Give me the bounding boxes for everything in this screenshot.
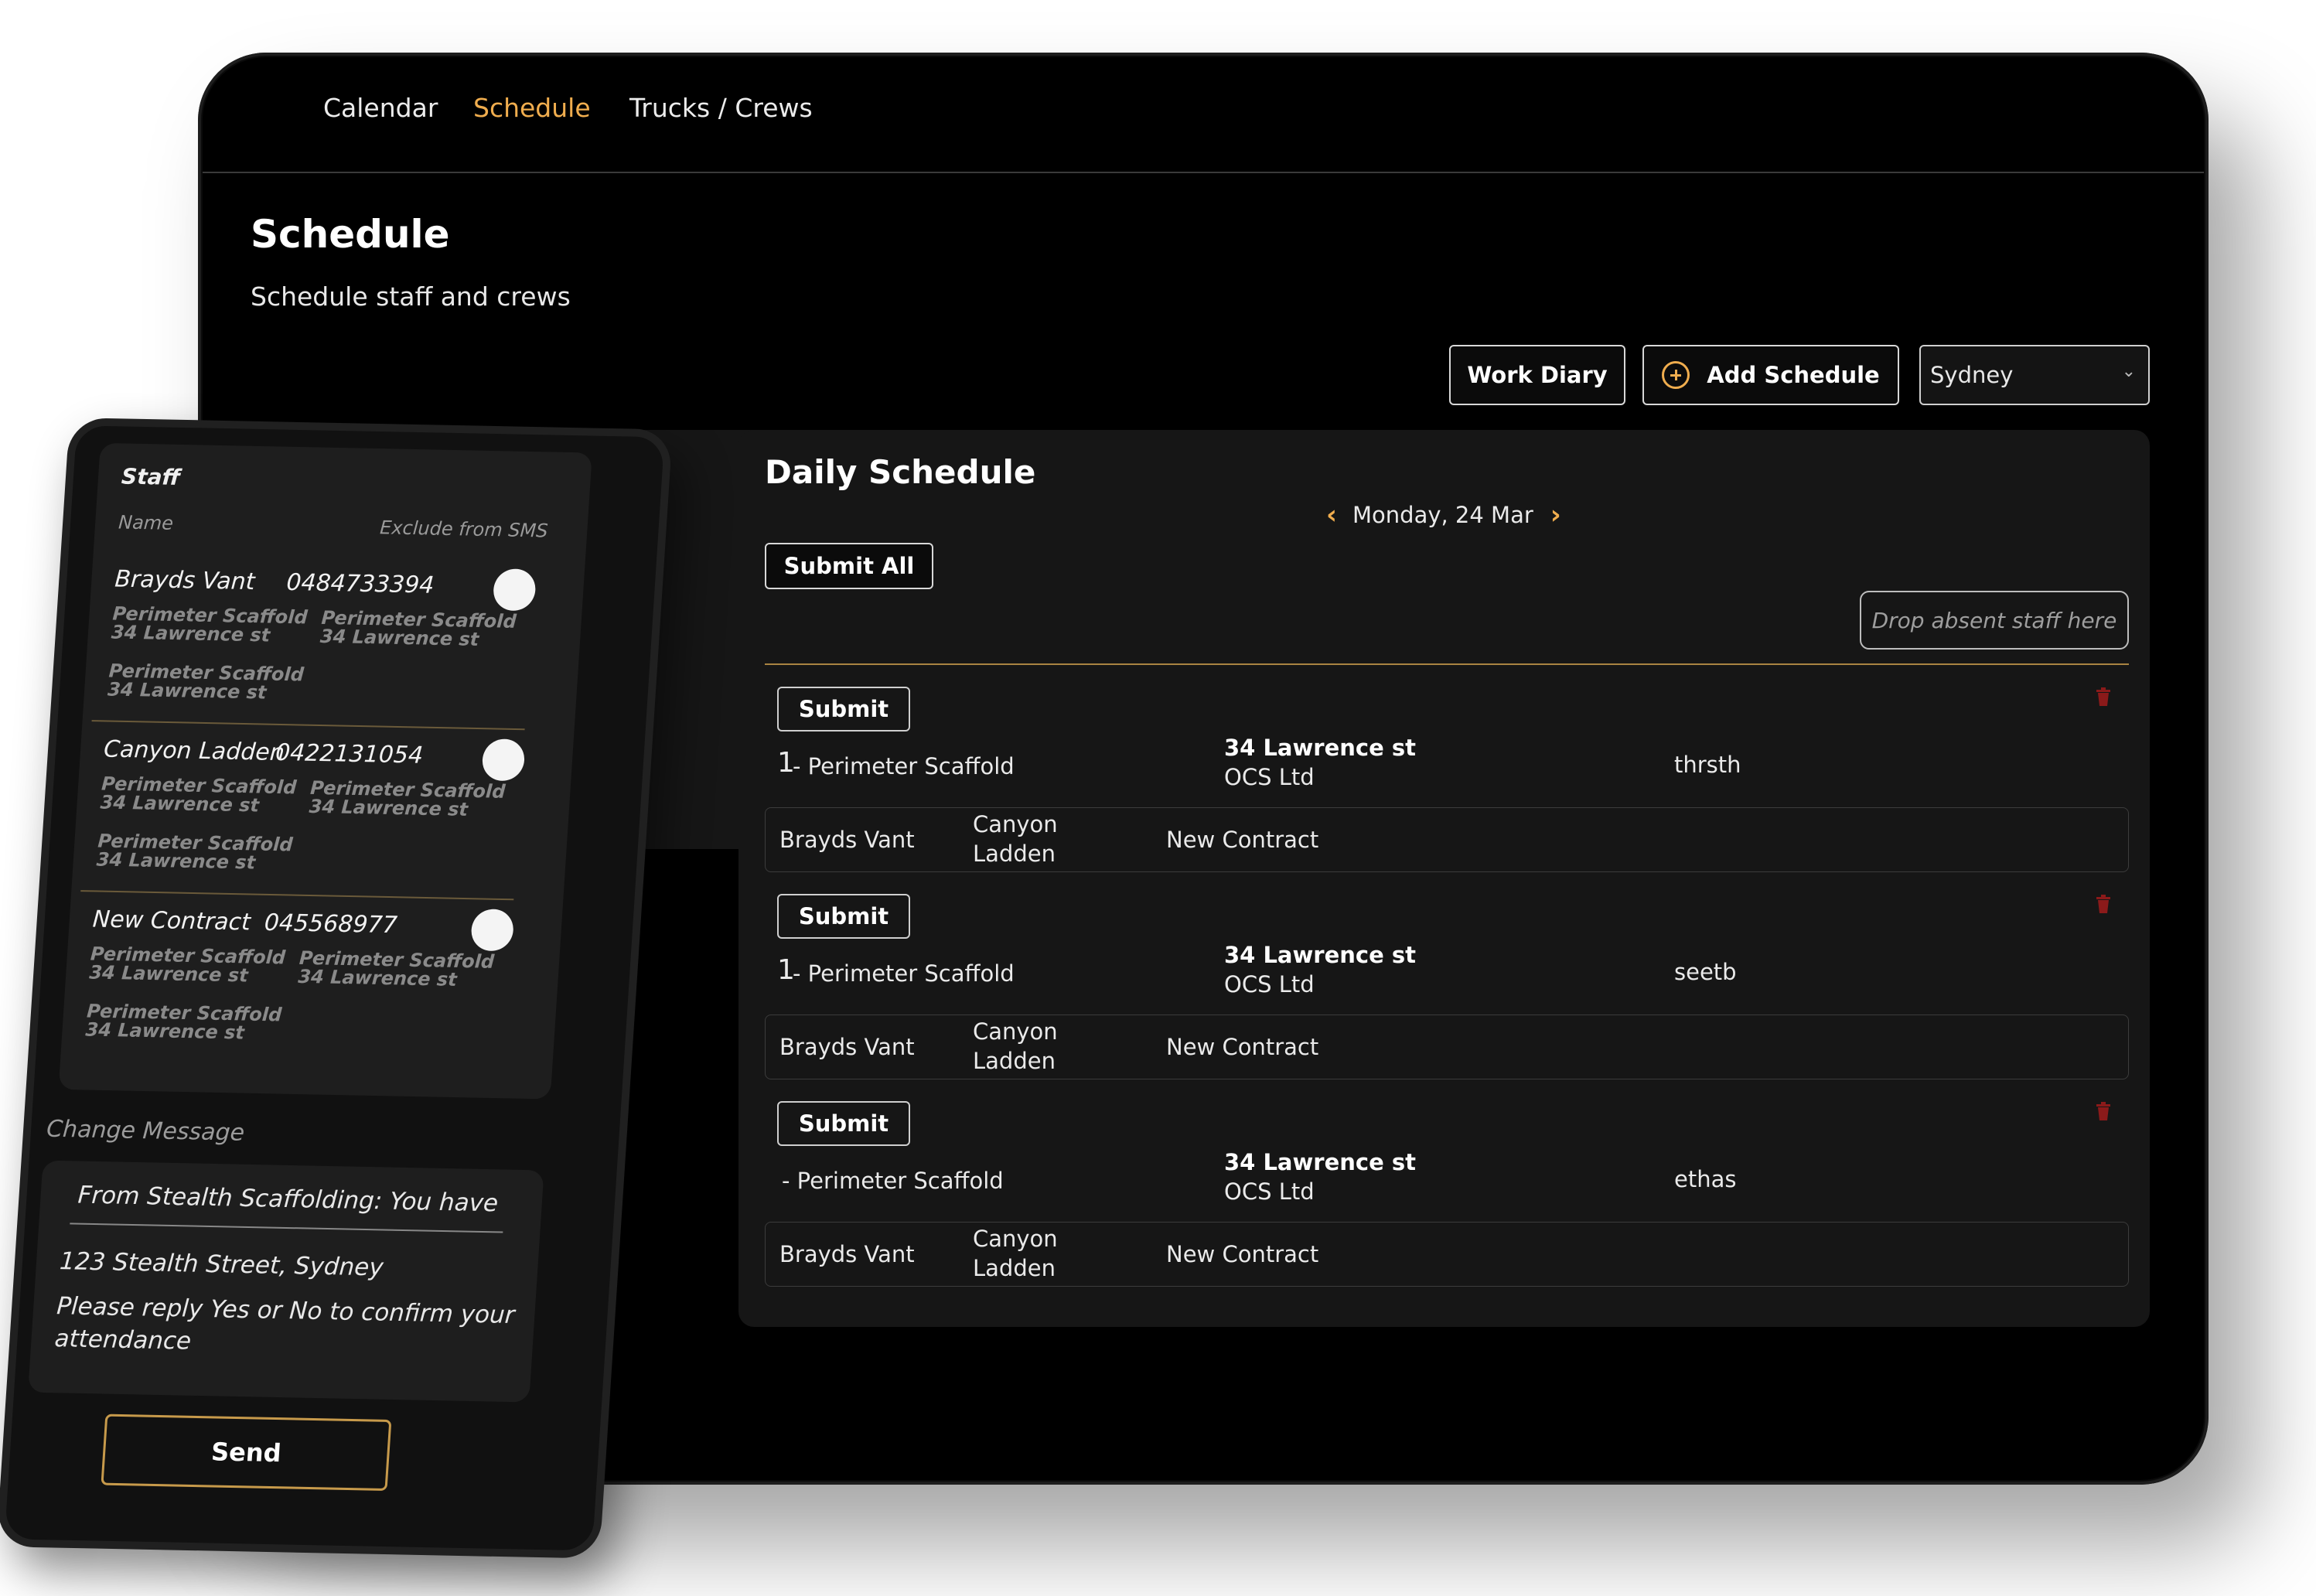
add-schedule-button[interactable]: Add Schedule: [1642, 345, 1899, 405]
staff-tag-address: 34 Lawrence st: [308, 795, 469, 820]
staff-row: Brayds Vant 0484733394 Perimeter Scaffol…: [81, 565, 584, 745]
schedule-address: 34 Lawrence st: [1224, 942, 1416, 968]
trash-icon[interactable]: [2095, 1101, 2112, 1121]
absent-staff-drop-zone[interactable]: Drop absent staff here: [1860, 591, 2129, 650]
schedule-site: - Perimeter Scaffold: [793, 753, 1015, 779]
staff-row: Canyon Ladden 0422131054 Perimeter Scaff…: [70, 735, 573, 916]
work-diary-label: Work Diary: [1467, 362, 1608, 388]
plus-circle-icon: [1662, 361, 1690, 389]
staff-tag-address: 34 Lawrence st: [96, 848, 257, 874]
staff-phone: 0484733394: [285, 568, 435, 599]
staff-title: Staff: [121, 463, 181, 490]
schedule-entry: Submit - Perimeter Scaffold 34 Lawrence …: [738, 1101, 2150, 1310]
crew-row[interactable]: Brayds Vant Canyon Ladden New Contract: [765, 1015, 2129, 1079]
divider: [765, 663, 2129, 665]
page-subtitle: Schedule staff and crews: [251, 281, 571, 312]
send-button[interactable]: Send: [101, 1414, 392, 1491]
staff-tag-address: 34 Lawrence st: [111, 621, 271, 646]
submit-label: Submit: [798, 1110, 889, 1137]
crew-member[interactable]: Brayds Vant: [779, 1034, 915, 1060]
schedule-entry: Submit 1 - Perimeter Scaffold 34 Lawrenc…: [738, 687, 2150, 895]
top-navigation: Calendar Schedule Trucks / Crews: [203, 57, 2204, 173]
crew-member[interactable]: Brayds Vant: [779, 1241, 915, 1267]
trash-icon[interactable]: [2095, 894, 2112, 914]
schedule-client: OCS Ltd: [1224, 764, 1315, 790]
crew-member[interactable]: Canyon Ladden: [973, 810, 1066, 868]
staff-name: Canyon Ladden: [103, 735, 286, 767]
location-select[interactable]: Sydney ⌄: [1919, 345, 2150, 405]
schedule-note: ethas: [1674, 1166, 1737, 1192]
schedule-address: 34 Lawrence st: [1224, 1149, 1416, 1175]
chevron-right-icon[interactable]: ›: [1550, 500, 1561, 530]
chevron-left-icon[interactable]: ‹: [1326, 500, 1337, 530]
submit-all-button[interactable]: Submit All: [765, 543, 933, 589]
schedule-entry: Submit 1 - Perimeter Scaffold 34 Lawrenc…: [738, 894, 2150, 1103]
message-card: From Stealth Scaffolding: You have b 123…: [28, 1160, 544, 1403]
crew-member[interactable]: Brayds Vant: [779, 827, 915, 853]
nav-calendar[interactable]: Calendar: [323, 93, 438, 123]
submit-all-label: Submit All: [783, 553, 915, 579]
staff-phone: 045568977: [263, 909, 398, 940]
submit-button[interactable]: Submit: [777, 687, 910, 732]
staff-name: Brayds Vant: [114, 565, 256, 596]
exclude-sms-toggle[interactable]: [469, 909, 515, 952]
staff-tag-address: 34 Lawrence st: [319, 625, 480, 650]
schedule-client: OCS Ltd: [1224, 971, 1315, 998]
column-exclude-sms: Exclude from SMS: [379, 517, 549, 542]
schedule-note: seetb: [1674, 959, 1737, 985]
schedule-client: OCS Ltd: [1224, 1178, 1315, 1205]
crew-row[interactable]: Brayds Vant Canyon Ladden New Contract: [765, 807, 2129, 872]
drop-zone-placeholder: Drop absent staff here: [1871, 607, 2117, 633]
schedule-note: thrsth: [1674, 752, 1741, 778]
staff-name: New Contract: [91, 905, 252, 936]
chevron-down-icon: ⌄: [2121, 362, 2136, 381]
trash-icon[interactable]: [2095, 687, 2112, 707]
nav-schedule[interactable]: Schedule: [473, 93, 591, 123]
schedule-site: - Perimeter Scaffold: [793, 960, 1015, 987]
phone-screen: Staff Name Exclude from SMS Brayds Vant …: [0, 418, 674, 1559]
phone-mockup: Staff Name Exclude from SMS Brayds Vant …: [0, 418, 766, 1568]
message-reply-line-1: Please reply Yes or No to confirm your: [56, 1292, 516, 1330]
column-name: Name: [118, 511, 175, 534]
location-select-value: Sydney: [1930, 362, 2014, 388]
submit-label: Submit: [798, 903, 889, 929]
send-label: Send: [210, 1437, 282, 1468]
crew-member[interactable]: Canyon Ladden: [973, 1224, 1066, 1283]
change-message-label: Change Message: [46, 1115, 246, 1147]
staff-tag-address: 34 Lawrence st: [99, 791, 260, 817]
divider: [91, 720, 525, 731]
crew-member[interactable]: New Contract: [1166, 827, 1318, 853]
message-input[interactable]: From Stealth Scaffolding: You have b: [70, 1181, 506, 1233]
date-navigator: ‹ Monday, 24 Mar ›: [1326, 500, 1561, 530]
current-date: Monday, 24 Mar: [1352, 502, 1533, 528]
message-reply-line-2: attendance: [53, 1325, 193, 1356]
submit-button[interactable]: Submit: [777, 894, 910, 939]
exclude-sms-toggle[interactable]: [492, 568, 537, 612]
message-address: 123 Stealth Street, Sydney: [58, 1247, 384, 1282]
submit-label: Submit: [798, 696, 889, 722]
staff-tag-address: 34 Lawrence st: [297, 965, 458, 991]
crew-member[interactable]: New Contract: [1166, 1034, 1318, 1060]
crew-member[interactable]: Canyon Ladden: [973, 1017, 1066, 1076]
staff-row: New Contract 045568977 Perimeter Scaffol…: [60, 905, 562, 1086]
exclude-sms-toggle[interactable]: [481, 738, 526, 782]
staff-phone: 0422131054: [275, 738, 425, 769]
crew-member[interactable]: New Contract: [1166, 1241, 1318, 1267]
staff-card: Staff Name Exclude from SMS Brayds Vant …: [58, 442, 592, 1100]
schedule-site: - Perimeter Scaffold: [782, 1168, 1004, 1194]
divider: [80, 890, 514, 901]
crew-row[interactable]: Brayds Vant Canyon Ladden New Contract: [765, 1222, 2129, 1287]
staff-tag-address: 34 Lawrence st: [107, 678, 268, 704]
page-title: Schedule: [251, 212, 450, 257]
schedule-address: 34 Lawrence st: [1224, 735, 1416, 761]
nav-trucks-crews[interactable]: Trucks / Crews: [629, 93, 813, 123]
work-diary-button[interactable]: Work Diary: [1449, 345, 1625, 405]
daily-schedule-panel: Daily Schedule ‹ Monday, 24 Mar › Submit…: [738, 430, 2150, 1327]
add-schedule-label: Add Schedule: [1707, 362, 1880, 388]
staff-tag-address: 34 Lawrence st: [84, 1018, 245, 1044]
submit-button[interactable]: Submit: [777, 1101, 910, 1146]
daily-schedule-title: Daily Schedule: [765, 453, 1036, 491]
staff-tag-address: 34 Lawrence st: [88, 961, 249, 987]
